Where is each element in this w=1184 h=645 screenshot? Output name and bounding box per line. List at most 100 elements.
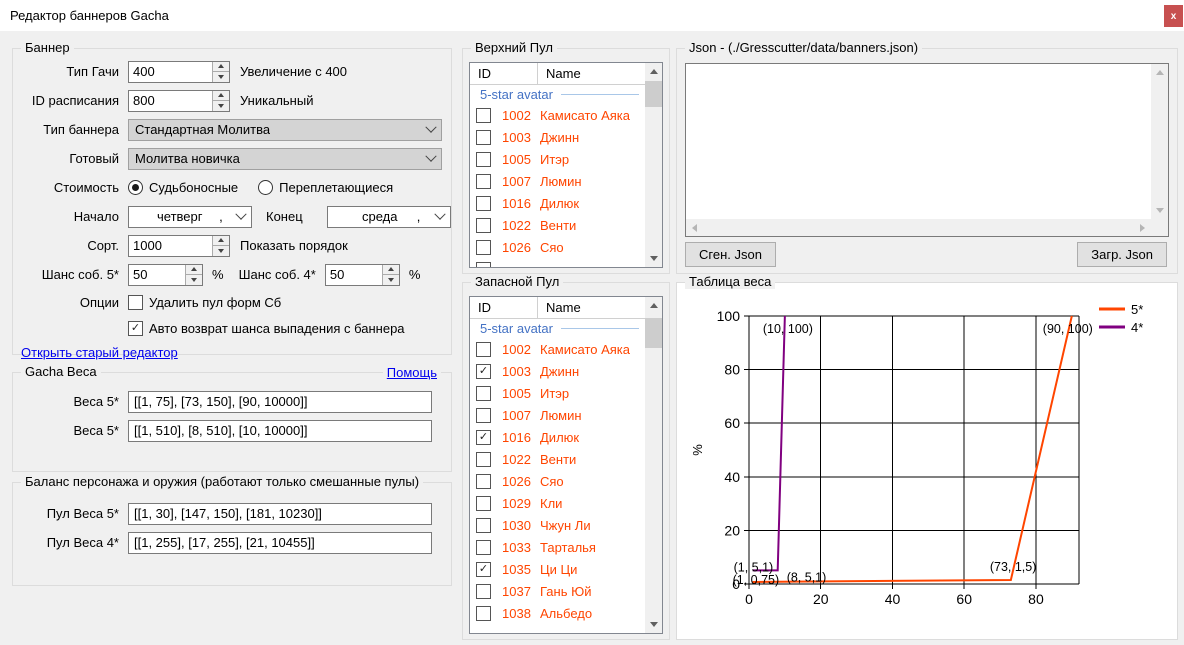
- pool-weight4-label: Пул Веса 4*: [17, 535, 119, 550]
- scroll-up-icon[interactable]: [1151, 64, 1168, 81]
- pool-item-row: 1026Сяо: [470, 236, 645, 258]
- list-header: ID Name: [470, 63, 662, 85]
- column-header-id[interactable]: ID: [470, 297, 538, 318]
- generate-json-button[interactable]: Сген. Json: [685, 242, 776, 267]
- item-checkbox[interactable]: [476, 174, 491, 189]
- vertical-scrollbar[interactable]: [645, 297, 662, 633]
- item-checkbox[interactable]: [476, 562, 491, 577]
- clipped-item-row: [470, 258, 645, 267]
- scroll-right-icon[interactable]: [1134, 219, 1151, 236]
- scroll-down-icon[interactable]: [645, 616, 662, 633]
- cost-radio-intertwined[interactable]: [258, 180, 273, 195]
- load-json-button[interactable]: Загр. Json: [1077, 242, 1167, 267]
- item-id: 1003: [502, 130, 540, 145]
- chevron-down-icon: [425, 121, 436, 132]
- scroll-down-icon[interactable]: [645, 250, 662, 267]
- pool-weight4-input[interactable]: [[1, 255], [17, 255], [21, 10455]]: [128, 532, 432, 554]
- pool-item-row: 1007Люмин: [470, 404, 645, 426]
- option1-row: Опции Удалить пул форм Сб: [13, 289, 451, 315]
- item-checkbox[interactable]: [476, 584, 491, 599]
- gacha-banner-editor-window: { "window": { "title": "Редактор баннеро…: [0, 0, 1184, 645]
- chance5-spinner[interactable]: 50: [128, 264, 203, 286]
- open-old-editor-link[interactable]: Открыть старый редактор: [21, 345, 178, 360]
- spin-down-icon[interactable]: [213, 100, 229, 111]
- item-checkbox[interactable]: [476, 240, 491, 255]
- item-checkbox[interactable]: [476, 108, 491, 123]
- item-checkbox[interactable]: [476, 196, 491, 211]
- item-checkbox[interactable]: [476, 518, 491, 533]
- item-checkbox[interactable]: [476, 430, 491, 445]
- weights5-input[interactable]: [[1, 75], [73, 150], [90, 10000]]: [128, 391, 432, 413]
- column-header-id[interactable]: ID: [470, 63, 538, 84]
- item-checkbox[interactable]: [476, 152, 491, 167]
- pool-item-row: 1007Люмин: [470, 170, 645, 192]
- start-select[interactable]: четверг ,: [128, 206, 252, 228]
- spin-up-icon[interactable]: [213, 236, 229, 246]
- option-remove-pool-label: Удалить пул форм Сб: [149, 295, 281, 310]
- item-checkbox[interactable]: [476, 452, 491, 467]
- item-id: 1038: [502, 606, 540, 621]
- svg-text:0: 0: [745, 591, 753, 607]
- cost-radio-fate[interactable]: [128, 180, 143, 195]
- schedule-id-spinner[interactable]: 800: [128, 90, 230, 112]
- schedule-id-row: ID расписания 800 Уникальный: [13, 86, 451, 115]
- item-checkbox[interactable]: [476, 218, 491, 233]
- spin-up-icon[interactable]: [383, 265, 399, 275]
- end-select[interactable]: среда ,: [327, 206, 451, 228]
- scroll-up-icon[interactable]: [645, 297, 662, 314]
- scroll-down-icon[interactable]: [1151, 202, 1168, 219]
- option-remove-pool-checkbox[interactable]: [128, 295, 143, 310]
- spin-down-icon[interactable]: [186, 274, 202, 285]
- textarea-hscrollbar[interactable]: [686, 219, 1151, 236]
- gacha-type-row: Тип Гачи 400 Увеличение с 400: [13, 57, 451, 86]
- scrollbar-thumb[interactable]: [645, 81, 662, 107]
- gacha-type-spinner[interactable]: 400: [128, 61, 230, 83]
- spin-down-icon[interactable]: [213, 245, 229, 256]
- gacha-type-label: Тип Гачи: [17, 64, 119, 79]
- item-checkbox[interactable]: [476, 540, 491, 555]
- pool-weight5-input[interactable]: [[1, 30], [147, 150], [181, 10230]]: [128, 503, 432, 525]
- vertical-scrollbar[interactable]: [645, 63, 662, 267]
- chance4-spinner[interactable]: 50: [325, 264, 400, 286]
- spin-down-icon[interactable]: [213, 71, 229, 82]
- group-label: 5-star avatar: [480, 321, 553, 336]
- balance-groupbox: Баланс персонажа и оружия (работают толь…: [12, 482, 452, 586]
- column-header-name[interactable]: Name: [538, 63, 650, 84]
- item-id: 1033: [502, 540, 540, 555]
- item-id: 1029: [502, 496, 540, 511]
- textarea-vscrollbar[interactable]: [1151, 64, 1168, 219]
- prefab-row: Готовый Молитва новичка: [13, 144, 451, 173]
- column-header-name[interactable]: Name: [538, 297, 650, 318]
- close-button[interactable]: x: [1164, 5, 1183, 27]
- spin-up-icon[interactable]: [213, 62, 229, 72]
- item-checkbox[interactable]: [476, 606, 491, 621]
- help-link[interactable]: Помощь: [383, 365, 441, 380]
- item-checkbox[interactable]: [476, 408, 491, 423]
- item-checkbox[interactable]: [476, 474, 491, 489]
- item-checkbox[interactable]: [476, 496, 491, 511]
- scroll-left-icon[interactable]: [686, 219, 703, 236]
- item-name: Сяо: [540, 474, 564, 489]
- banner-type-value: Стандартная Молитва: [135, 122, 270, 137]
- json-textarea[interactable]: [685, 63, 1169, 237]
- banner-type-label: Тип баннера: [17, 122, 119, 137]
- pool-weight5-label: Пул Веса 5*: [17, 506, 119, 521]
- item-checkbox[interactable]: [476, 386, 491, 401]
- sort-spinner[interactable]: 1000: [128, 235, 230, 257]
- window-title: Редактор баннеров Gacha: [10, 8, 169, 23]
- item-name: Джинн: [540, 364, 579, 379]
- option-auto-return-checkbox[interactable]: [128, 321, 143, 336]
- spin-up-icon[interactable]: [186, 265, 202, 275]
- item-checkbox[interactable]: [476, 130, 491, 145]
- item-name: Чжун Ли: [540, 518, 591, 533]
- scrollbar-thumb[interactable]: [645, 318, 662, 348]
- banner-type-select[interactable]: Стандартная Молитва: [128, 119, 442, 141]
- item-checkbox[interactable]: [476, 342, 491, 357]
- spin-up-icon[interactable]: [213, 91, 229, 101]
- spin-down-icon[interactable]: [383, 274, 399, 285]
- pool-item-row: 1030Чжун Ли: [470, 514, 645, 536]
- item-checkbox[interactable]: [476, 364, 491, 379]
- scroll-up-icon[interactable]: [645, 63, 662, 80]
- weights5b-input[interactable]: [[1, 510], [8, 510], [10, 10000]]: [128, 420, 432, 442]
- prefab-select[interactable]: Молитва новичка: [128, 148, 442, 170]
